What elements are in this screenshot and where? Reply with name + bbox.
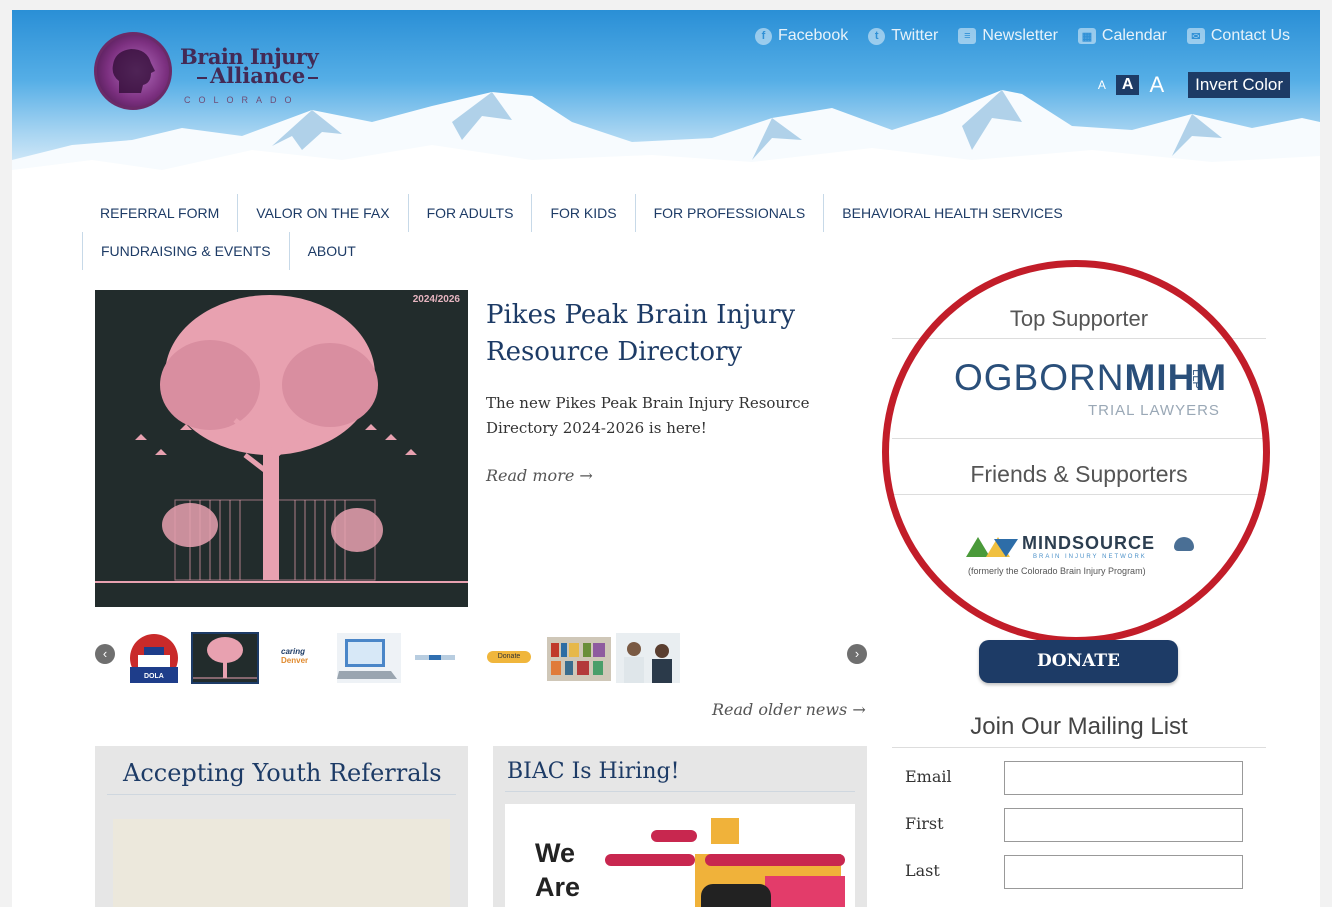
caring-logo-text: caring: [281, 647, 306, 656]
last-name-field[interactable]: [1004, 855, 1243, 889]
first-name-label: First: [905, 814, 944, 833]
text-size-medium[interactable]: A: [1115, 75, 1140, 95]
hiring-image[interactable]: We Are: [505, 804, 855, 907]
twitter-link[interactable]: t Twitter: [868, 27, 938, 45]
nav-valor-on-the-fax[interactable]: VALOR ON THE FAX: [237, 194, 407, 232]
last-name-label: Last: [905, 861, 940, 880]
carousel-thumb-partner-logo[interactable]: [407, 633, 471, 683]
carousel-thumb-caring-denver[interactable]: caring Denver: [268, 633, 332, 683]
mindsource-sub: BRAIN INJURY NETWORK: [1033, 554, 1147, 560]
denver-logo-text: Denver: [281, 656, 309, 665]
read-more-link[interactable]: Read more →: [486, 466, 846, 485]
sidebar: Top Supporter OGBORNMIHM LLP TRIAL LAWYE…: [892, 306, 1266, 595]
tree-illustration: [95, 290, 468, 607]
facebook-label: Facebook: [777, 27, 849, 44]
hiring-card: BIAC Is Hiring! We Are: [493, 746, 867, 907]
carousel-thumb-dola[interactable]: DOLA: [122, 633, 186, 683]
top-supporter-title: Top Supporter: [892, 306, 1266, 339]
email-label: Email: [905, 767, 952, 786]
text-size-large[interactable]: A: [1149, 72, 1164, 98]
nav-about[interactable]: ABOUT: [288, 232, 374, 270]
youth-referrals-image[interactable]: [113, 819, 450, 907]
twitter-icon: t: [868, 27, 886, 45]
nav-for-kids[interactable]: FOR KIDS: [531, 194, 634, 232]
email-field[interactable]: [1004, 761, 1243, 795]
mihm-text: MIHM: [1124, 357, 1228, 398]
donate-button[interactable]: DONATE: [979, 640, 1178, 683]
calendar-link[interactable]: ▦ Calendar: [1077, 27, 1167, 45]
newsletter-link[interactable]: ≡ Newsletter: [958, 27, 1058, 45]
mail-icon: ✉: [1186, 28, 1205, 44]
youth-referrals-card: Accepting Youth Referrals: [95, 746, 468, 907]
logo-line2: Alliance: [194, 63, 321, 88]
feature-title[interactable]: Pikes Peak Brain Injury Resource Directo…: [486, 297, 846, 371]
nav-row-1: REFERRAL FORM VALOR ON THE FAX FOR ADULT…: [82, 194, 1262, 232]
friends-supporters-title: Friends & Supporters: [892, 461, 1266, 495]
social-links: f Facebook t Twitter ≡ Newsletter ▦ Calendar…: [754, 27, 1290, 45]
main-nav: REFERRAL FORM VALOR ON THE FAX FOR ADULT…: [82, 194, 1262, 270]
feature-image[interactable]: 2024/2026: [95, 290, 468, 607]
carousel-thumb-clinic[interactable]: [616, 633, 680, 683]
nav-fundraising-events[interactable]: FUNDRAISING & EVENTS: [83, 232, 289, 270]
mindsource-brain-icon: [1174, 537, 1194, 551]
site-logo[interactable]: Brain Injury Alliance COLORADO: [94, 32, 324, 112]
mindsource-note: (formerly the Colorado Brain Injury Prog…: [968, 566, 1146, 576]
contact-link[interactable]: ✉ Contact Us: [1186, 27, 1290, 45]
read-older-news-link[interactable]: Read older news →: [712, 700, 866, 719]
facebook-link[interactable]: f Facebook: [754, 27, 849, 45]
twitter-label: Twitter: [891, 27, 939, 44]
newsletter-label: Newsletter: [982, 27, 1058, 44]
trial-lawyers-text: TRIAL LAWYERS: [1088, 402, 1220, 419]
facebook-icon: f: [754, 27, 772, 45]
newsletter-icon: ≡: [958, 28, 977, 44]
dola-logo-text: DOLA: [144, 673, 164, 680]
nav-for-professionals[interactable]: FOR PROFESSIONALS: [634, 194, 824, 232]
colorado-badge-icon: [966, 537, 1018, 557]
mindsource-name: MINDSOURCE: [1022, 533, 1156, 553]
friends-section: Friends & Supporters MINDSOURCE BRAIN IN…: [892, 439, 1266, 595]
first-name-field[interactable]: [1004, 808, 1243, 842]
carousel-thumb-tree[interactable]: [191, 632, 259, 684]
carousel-thumb-donate[interactable]: Donate: [477, 633, 541, 683]
feature-body: The new Pikes Peak Brain Injury Resource…: [486, 394, 810, 437]
ogborn-text: OGBORN: [954, 357, 1125, 398]
header-banner: Brain Injury Alliance COLORADO f Facebook…: [12, 10, 1320, 210]
contact-label: Contact Us: [1210, 27, 1290, 44]
youth-referrals-title[interactable]: Accepting Youth Referrals: [107, 746, 456, 795]
head-silhouette-icon: [94, 32, 172, 110]
carousel-thumb-laptop[interactable]: [337, 633, 401, 683]
donate-thumb-text: Donate: [487, 651, 531, 663]
logo-line3: COLORADO: [184, 95, 300, 105]
nav-for-adults[interactable]: FOR ADULTS: [407, 194, 532, 232]
news-carousel: ‹ DOLA caring Denver Donate ›: [95, 630, 870, 686]
llp-text: LLP: [1189, 369, 1202, 389]
feature-article: Pikes Peak Brain Injury Resource Directo…: [486, 297, 846, 485]
page: Brain Injury Alliance COLORADO f Facebook…: [12, 10, 1320, 907]
invert-color-button[interactable]: Invert Color: [1188, 72, 1290, 98]
text-size-small[interactable]: A: [1098, 78, 1106, 92]
carousel-prev-icon[interactable]: ‹: [95, 644, 115, 664]
calendar-icon: ▦: [1077, 28, 1096, 44]
image-year-label: 2024/2026: [412, 294, 460, 305]
carousel-next-icon[interactable]: ›: [847, 644, 867, 664]
calendar-label: Calendar: [1101, 27, 1167, 44]
nav-referral-form[interactable]: REFERRAL FORM: [82, 194, 237, 232]
mailing-list-title: Join Our Mailing List: [892, 713, 1266, 748]
nav-row-2: FUNDRAISING & EVENTS ABOUT: [82, 232, 374, 270]
hiring-title[interactable]: BIAC Is Hiring!: [505, 746, 855, 792]
accessibility-controls: A A A Invert Color: [1098, 72, 1290, 98]
hiring-image-text-are: Are: [535, 872, 581, 902]
carousel-thumb-bookshelf[interactable]: [547, 633, 611, 683]
ogborn-mihm-logo[interactable]: OGBORNMIHM LLP TRIAL LAWYERS: [892, 339, 1266, 439]
nav-behavioral-health[interactable]: BEHAVIORAL HEALTH SERVICES: [823, 194, 1080, 232]
mindsource-logo[interactable]: MINDSOURCE BRAIN INJURY NETWORK (formerl…: [892, 495, 1266, 595]
hiring-image-text-we: We: [535, 838, 576, 868]
